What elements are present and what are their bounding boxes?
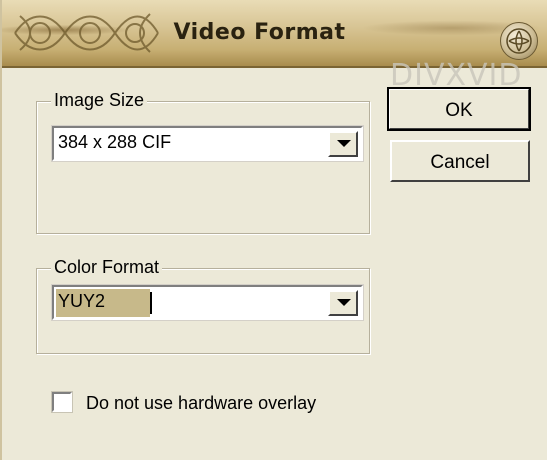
color-format-dropdown-button[interactable]: [328, 290, 358, 316]
image-size-select[interactable]: 384 x 288 CIF: [51, 125, 364, 162]
chevron-down-icon: [337, 140, 351, 147]
cancel-button[interactable]: Cancel: [390, 140, 530, 182]
cancel-button-label: Cancel: [430, 152, 490, 173]
title-bar[interactable]: Video Format: [2, 0, 547, 68]
color-format-group-label: Color Format: [51, 257, 163, 278]
close-button[interactable]: [500, 22, 538, 60]
hardware-overlay-checkbox[interactable]: [51, 391, 73, 413]
video-format-dialog: Video Format DIVXVID mania.ir Image Size…: [0, 0, 547, 460]
window-title: Video Format: [173, 20, 346, 45]
close-icon: [506, 28, 532, 54]
ok-button-label: OK: [445, 100, 473, 121]
color-format-select[interactable]: YUY2: [51, 284, 364, 321]
image-size-group: [36, 101, 370, 234]
image-size-value: 384 x 288 CIF: [58, 132, 172, 152]
chevron-down-icon: [337, 299, 351, 306]
text-caret: [150, 292, 152, 314]
color-format-value: YUY2: [58, 291, 106, 311]
image-size-group-label: Image Size: [51, 90, 148, 111]
ok-button[interactable]: OK: [387, 87, 531, 131]
hardware-overlay-label[interactable]: Do not use hardware overlay: [86, 393, 316, 414]
image-size-dropdown-button[interactable]: [328, 131, 358, 157]
